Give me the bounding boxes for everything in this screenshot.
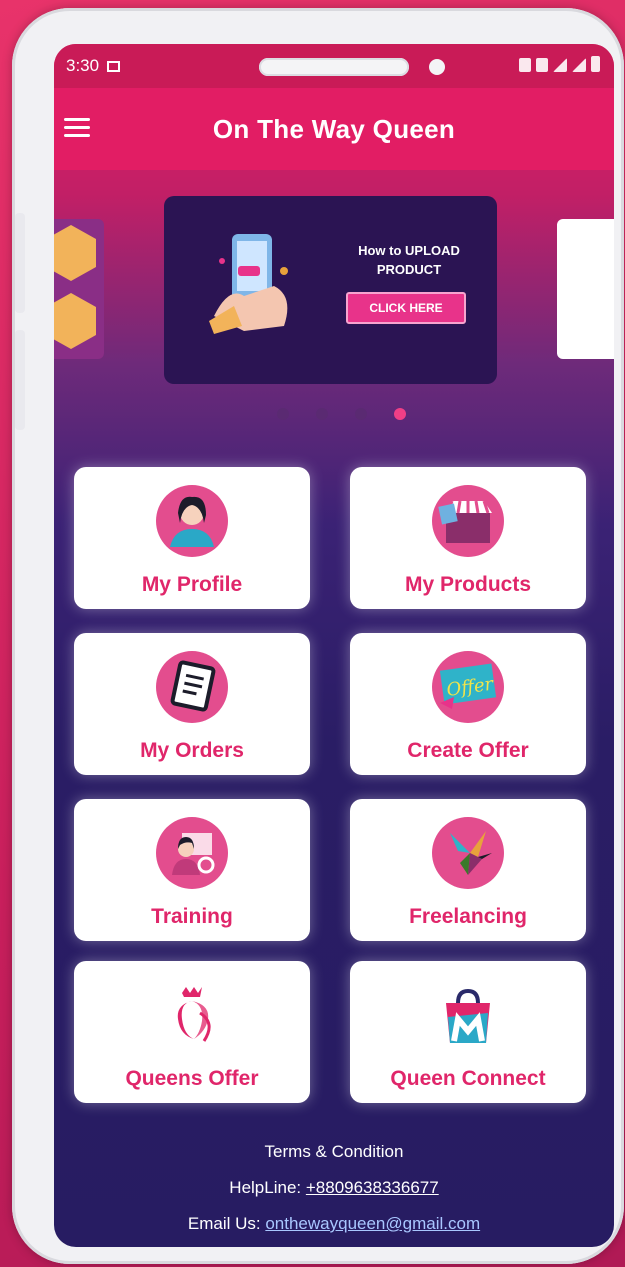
orders-icon xyxy=(156,651,228,723)
email-link[interactable]: onthewayqueen@gmail.com xyxy=(265,1214,480,1233)
terms-link[interactable]: Terms & Condition xyxy=(265,1142,404,1161)
page-title: On The Way Queen xyxy=(212,113,456,144)
offer-icon: Offer xyxy=(432,651,504,723)
status-icons xyxy=(519,56,600,72)
helpline-link[interactable]: +8809638336677 xyxy=(306,1178,439,1197)
shop-icon xyxy=(432,485,504,557)
bag-icon xyxy=(432,979,504,1051)
phone-frame: 3:30 On The Way Queen How to UPLOAD PROD… xyxy=(12,8,624,1264)
carousel-slide-previous[interactable] xyxy=(54,219,104,359)
battery-icon xyxy=(591,56,600,72)
create-offer-button[interactable]: Offer Create Offer xyxy=(350,633,586,775)
hamburger-menu-icon[interactable] xyxy=(64,118,90,138)
click-here-button[interactable]: CLICK HERE xyxy=(346,292,466,324)
queens-offer-button[interactable]: Queens Offer xyxy=(74,961,310,1103)
bird-icon xyxy=(432,817,504,889)
speaker-grille xyxy=(259,58,409,76)
notification-icon xyxy=(519,58,531,72)
status-bar: 3:30 xyxy=(54,44,614,88)
app-screen: 3:30 On The Way Queen How to UPLOAD PROD… xyxy=(54,44,614,1247)
my-profile-button[interactable]: My Profile xyxy=(74,467,310,609)
profile-icon xyxy=(156,485,228,557)
helpline-label: HelpLine: xyxy=(229,1178,302,1197)
carousel-slide-next[interactable] xyxy=(557,219,614,359)
banner-carousel[interactable]: How to UPLOAD PRODUCT CLICK HERE xyxy=(54,194,614,394)
footer: Terms & Condition HelpLine: +88096383366… xyxy=(54,1134,614,1242)
queen-icon xyxy=(156,979,228,1051)
carousel-dot[interactable] xyxy=(315,408,328,420)
volume-button xyxy=(15,213,25,313)
training-button[interactable]: Training xyxy=(74,799,310,941)
front-camera xyxy=(429,59,445,75)
hexagon-image xyxy=(54,293,96,349)
my-orders-button[interactable]: My Orders xyxy=(74,633,310,775)
wifi-icon xyxy=(553,58,567,72)
status-time: 3:30 xyxy=(66,56,100,75)
slide-headline: How to UPLOAD PRODUCT xyxy=(358,243,460,277)
app-header: On The Way Queen xyxy=(54,88,614,170)
nfc-icon xyxy=(536,58,548,72)
freelancing-button[interactable]: Freelancing xyxy=(350,799,586,941)
carousel-dot[interactable] xyxy=(354,408,367,420)
gallery-icon xyxy=(107,60,121,72)
my-products-button[interactable]: My Products xyxy=(350,467,586,609)
carousel-dot[interactable] xyxy=(276,408,289,420)
training-icon xyxy=(156,817,228,889)
phone-in-hand-illustration xyxy=(209,234,288,334)
power-button xyxy=(15,330,25,430)
carousel-slide-upload-product[interactable]: How to UPLOAD PRODUCT CLICK HERE xyxy=(164,196,497,384)
signal-icon xyxy=(572,58,586,72)
carousel-indicator xyxy=(54,408,614,420)
queen-connect-button[interactable]: Queen Connect xyxy=(350,961,586,1103)
carousel-dot-active[interactable] xyxy=(393,408,406,420)
email-label: Email Us: xyxy=(187,1214,261,1233)
hexagon-image xyxy=(54,225,96,281)
